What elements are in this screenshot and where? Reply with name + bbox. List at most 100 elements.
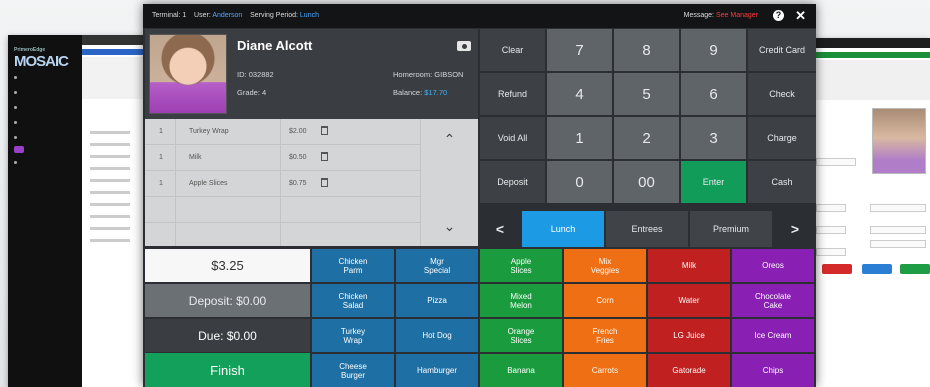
list-item — [90, 131, 130, 134]
column-divider — [175, 119, 176, 246]
order-total: $3.25 — [145, 249, 310, 282]
product-button[interactable]: Orange Slices — [480, 319, 562, 352]
cash-button[interactable]: Cash — [748, 161, 816, 203]
digit-0-button[interactable]: 0 — [547, 161, 612, 203]
cancel-button[interactable] — [822, 264, 852, 274]
user-name: Anderson — [212, 12, 243, 19]
category-prev-icon[interactable]: < — [480, 211, 520, 247]
save-button[interactable] — [900, 264, 930, 274]
totals-panel: $3.25 Deposit: $0.00 Due: $0.00 Finish — [145, 249, 310, 387]
category-next-icon[interactable]: > — [774, 211, 816, 247]
product-button[interactable]: Mix Veggies — [564, 249, 646, 282]
student-name: Diane Alcott — [237, 38, 313, 53]
sidebar-item[interactable] — [14, 75, 22, 80]
deposit-amount: Deposit: $0.00 — [145, 284, 310, 317]
digit-8-button[interactable]: 8 — [614, 29, 679, 71]
check-button[interactable]: Check — [748, 73, 816, 115]
product-button[interactable]: Water — [648, 284, 730, 317]
list-item — [90, 179, 130, 182]
form-field[interactable] — [870, 226, 926, 234]
product-button[interactable]: Chocolate Cake — [732, 284, 814, 317]
tab-premium[interactable]: Premium — [690, 211, 772, 247]
form-field[interactable] — [816, 204, 846, 212]
sidebar-item[interactable] — [14, 135, 22, 140]
product-button[interactable]: Apple Slices — [480, 249, 562, 282]
scroll-down-icon[interactable]: ⌄ — [421, 206, 478, 246]
credit-card-button[interactable]: Credit Card — [748, 29, 816, 71]
order-row[interactable]: 1 Apple Slices $0.75 — [145, 171, 420, 197]
product-button[interactable]: Cheese Burger — [312, 354, 394, 387]
form-field[interactable] — [870, 240, 926, 248]
product-button[interactable]: Gatorade — [648, 354, 730, 387]
product-button[interactable]: Banana — [480, 354, 562, 387]
sidebar-item[interactable] — [14, 160, 22, 165]
product-button[interactable]: Chips — [732, 354, 814, 387]
form-field[interactable] — [816, 226, 846, 234]
form-field[interactable] — [816, 158, 856, 166]
enter-button[interactable]: Enter — [681, 161, 746, 203]
trash-icon[interactable] — [321, 152, 328, 161]
product-button[interactable]: Milk — [648, 249, 730, 282]
product-button[interactable]: Corn — [564, 284, 646, 317]
student-photo-thumbnail — [872, 108, 926, 174]
clear-button[interactable]: Clear — [480, 29, 545, 71]
product-button[interactable]: Chicken Salad — [312, 284, 394, 317]
mosaic-logo: PrimeroEdge MOSAIC — [14, 47, 69, 70]
keypad: Clear Refund Void All Deposit 7 8 9 4 5 … — [480, 29, 816, 209]
order-row[interactable]: 1 Milk $0.50 — [145, 145, 420, 171]
digit-3-button[interactable]: 3 — [681, 117, 746, 159]
digit-7-button[interactable]: 7 — [547, 29, 612, 71]
product-button[interactable]: Mixed Melon — [480, 284, 562, 317]
trash-icon[interactable] — [321, 126, 328, 135]
form-field[interactable] — [870, 204, 926, 212]
product-button[interactable]: Hot Dog — [396, 319, 478, 352]
product-button[interactable]: Oreos — [732, 249, 814, 282]
breadcrumb-bar — [808, 52, 930, 58]
student-photo — [149, 34, 227, 114]
digit-1-button[interactable]: 1 — [547, 117, 612, 159]
product-button[interactable]: Hamburger — [396, 354, 478, 387]
product-button[interactable]: French Fries — [564, 319, 646, 352]
product-grid: Chicken Parm Mgr Special Apple Slices Mix V… — [312, 249, 816, 387]
student-id: ID: 032882 — [237, 70, 274, 79]
scroll-up-icon[interactable]: ⌃ — [421, 119, 478, 159]
list-item — [90, 215, 130, 218]
void-all-button[interactable]: Void All — [480, 117, 545, 159]
sidebar-item[interactable] — [14, 105, 22, 110]
list-item — [90, 155, 130, 158]
digit-00-button[interactable]: 00 — [614, 161, 679, 203]
trash-icon[interactable] — [321, 178, 328, 187]
product-button[interactable]: Ice Cream — [732, 319, 814, 352]
tab-entrees[interactable]: Entrees — [606, 211, 688, 247]
sidebar-item[interactable] — [14, 90, 22, 95]
product-button[interactable]: Mgr Special — [396, 249, 478, 282]
digit-6-button[interactable]: 6 — [681, 73, 746, 115]
product-button[interactable]: LG Juice — [648, 319, 730, 352]
search-button[interactable] — [862, 264, 892, 274]
digit-4-button[interactable]: 4 — [547, 73, 612, 115]
help-icon[interactable]: ? — [773, 10, 784, 21]
student-balance: Balance: $17.70 — [393, 88, 448, 97]
product-button[interactable]: Pizza — [396, 284, 478, 317]
close-icon[interactable]: ✕ — [795, 4, 806, 28]
digit-2-button[interactable]: 2 — [614, 117, 679, 159]
digit-5-button[interactable]: 5 — [614, 73, 679, 115]
list-item — [90, 167, 130, 170]
deposit-button[interactable]: Deposit — [480, 161, 545, 203]
sidebar-item[interactable] — [14, 120, 22, 125]
product-button[interactable]: Turkey Wrap — [312, 319, 394, 352]
camera-icon[interactable] — [457, 41, 471, 51]
finish-button[interactable]: Finish — [145, 353, 310, 387]
order-row[interactable]: 1 Turkey Wrap $2.00 — [145, 119, 420, 145]
product-button[interactable]: Chicken Parm — [312, 249, 394, 282]
refund-button[interactable]: Refund — [480, 73, 545, 115]
digit-9-button[interactable]: 9 — [681, 29, 746, 71]
product-button[interactable]: Carrots — [564, 354, 646, 387]
student-homeroom: Homeroom: GIBSON — [393, 70, 464, 79]
form-field[interactable] — [816, 248, 846, 256]
column-divider — [280, 119, 281, 246]
charge-button[interactable]: Charge — [748, 117, 816, 159]
student-grade: Grade: 4 — [237, 88, 267, 97]
background-window-right — [808, 38, 930, 387]
tab-lunch[interactable]: Lunch — [522, 211, 604, 247]
